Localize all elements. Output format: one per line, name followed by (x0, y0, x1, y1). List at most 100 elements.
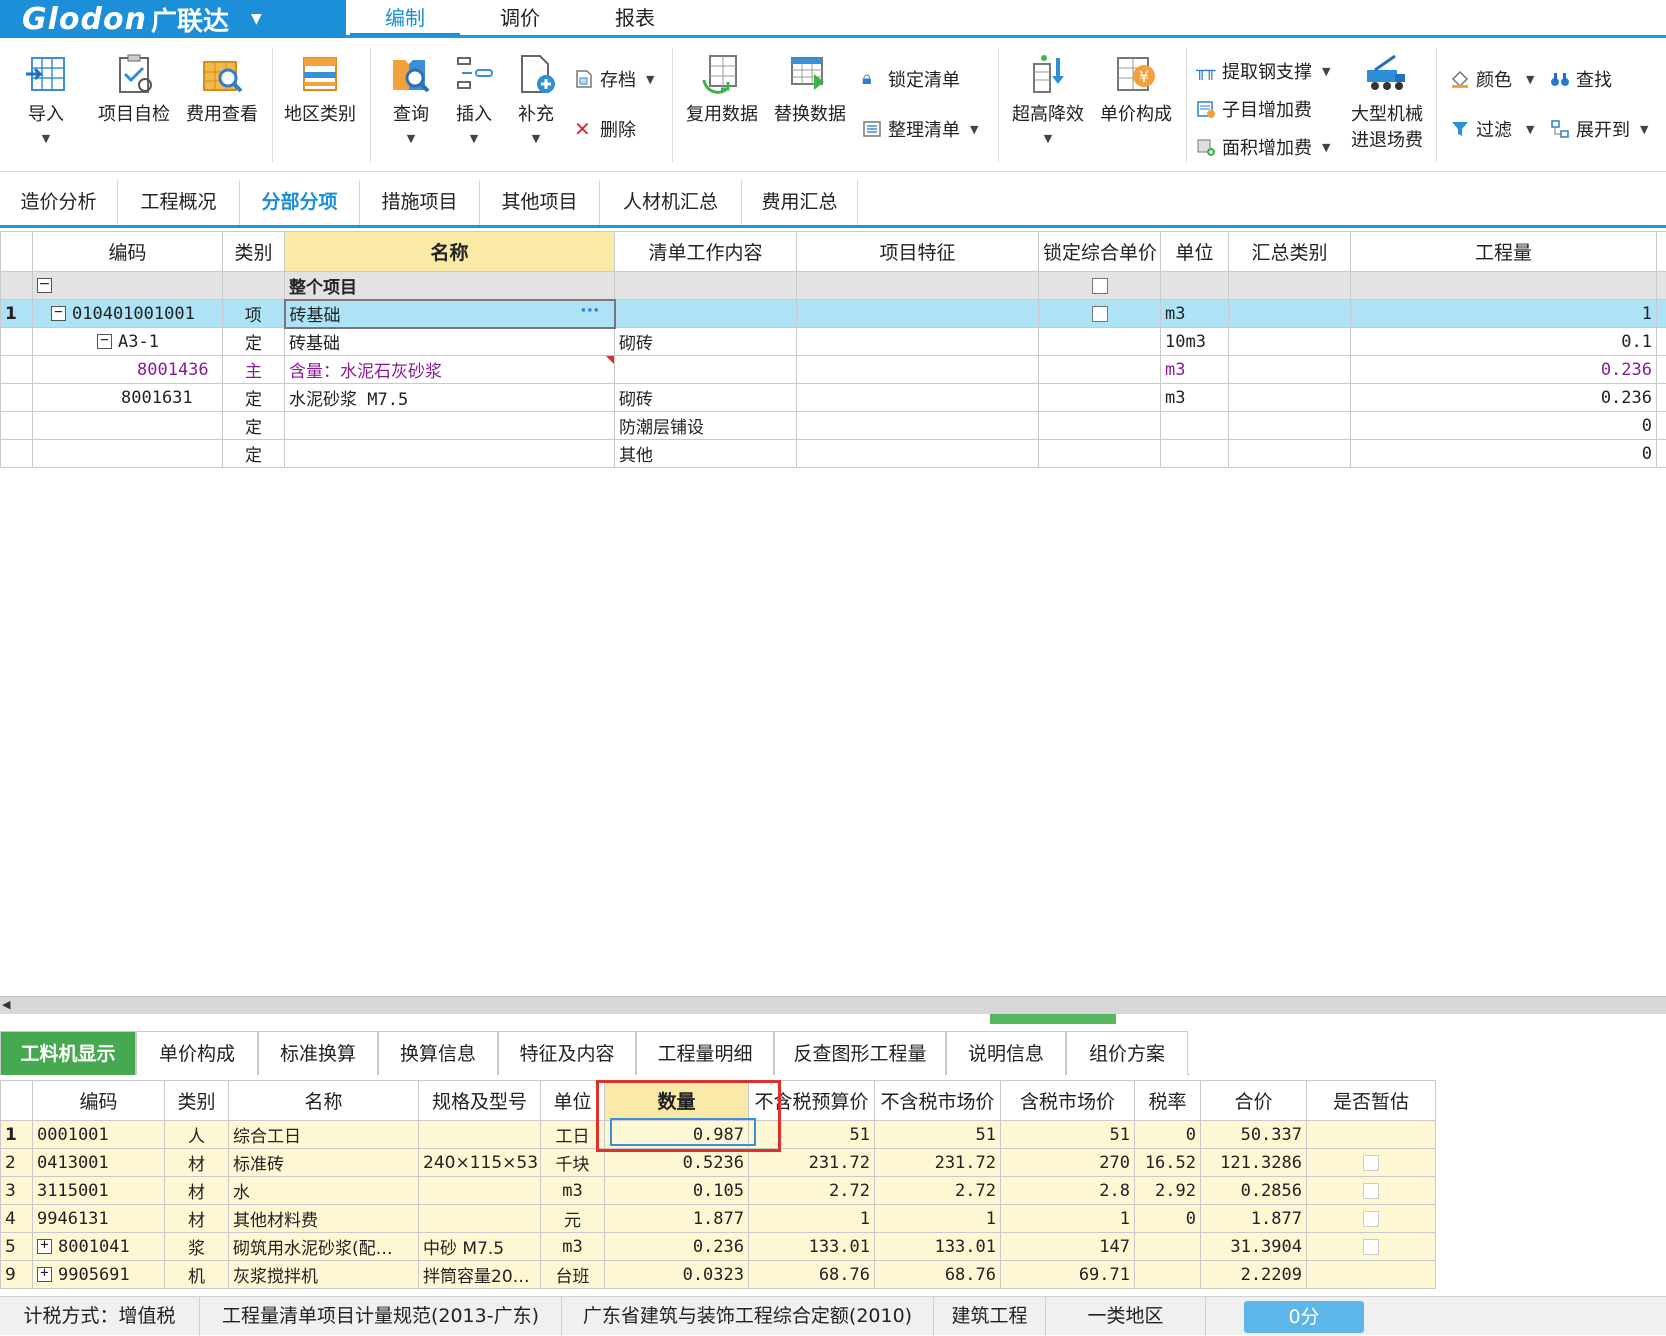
item-unit[interactable] (1161, 440, 1229, 468)
tab-graphic-quantity[interactable]: 反查图形工程量 (774, 1031, 946, 1075)
lock-list-button[interactable]: 🔒︎ 锁定清单 (862, 66, 960, 92)
table-row[interactable]: 1 −010401001001 项 砖基础··· m3 1 (1, 300, 1666, 328)
collapse-icon[interactable]: − (51, 306, 66, 321)
chevron-down-icon[interactable]: ▼ (251, 11, 262, 27)
material-type[interactable]: 材 (165, 1177, 229, 1205)
delete-button[interactable]: ✕ 删除 (574, 116, 636, 142)
item-work-content[interactable]: 砌砖 (615, 328, 797, 356)
table-row[interactable]: 5 +8001041 浆 砌筑用水泥砂浆(配… 中砂 M7.5 m3 0.236… (1, 1233, 1436, 1261)
market-price[interactable]: 1 (875, 1205, 1001, 1233)
total-price[interactable]: 121.3286 (1201, 1149, 1307, 1177)
item-work-content[interactable]: 砌砖 (615, 384, 797, 412)
collapse-icon[interactable]: − (37, 278, 52, 293)
col-header-code[interactable]: 编码 (33, 232, 223, 272)
item-quantity[interactable]: 0 (1351, 440, 1657, 468)
expand-icon[interactable]: + (37, 1267, 52, 1282)
material-unit[interactable]: 台班 (541, 1261, 605, 1289)
unit-price-button[interactable]: ¥ 单价构成 (1096, 52, 1176, 126)
panel-splitter[interactable] (990, 1014, 1116, 1024)
budget-price[interactable]: 68.76 (749, 1261, 875, 1289)
item-work-content[interactable] (615, 356, 797, 384)
material-type[interactable]: 材 (165, 1149, 229, 1177)
expand-icon[interactable]: + (37, 1239, 52, 1254)
item-quantity[interactable]: 0.1 (1351, 328, 1657, 356)
item-unit[interactable] (1161, 412, 1229, 440)
table-row[interactable]: 9 +9905691 机 灰浆搅拌机 拌筒容量20… 台班 0.0323 68.… (1, 1261, 1436, 1289)
col-header-quantity[interactable]: 工程量 (1351, 232, 1657, 272)
material-quantity[interactable]: 0.105 (605, 1177, 749, 1205)
material-type[interactable]: 人 (165, 1121, 229, 1149)
tax-market-price[interactable]: 69.71 (1001, 1261, 1135, 1289)
col-header-type[interactable]: 类别 (165, 1081, 229, 1121)
item-type[interactable]: 定 (223, 440, 285, 468)
lock-price-checkbox[interactable] (1092, 278, 1108, 294)
material-spec[interactable]: 240×115×53 (419, 1149, 541, 1177)
app-logo[interactable]: Glodon 广联达 ▼ (0, 0, 346, 38)
item-unit[interactable]: 10m3 (1161, 328, 1229, 356)
table-row[interactable]: 定 防潮层铺设 0 (1, 412, 1666, 440)
table-row[interactable]: − 整个项目 (1, 272, 1666, 300)
total-price[interactable]: 50.337 (1201, 1121, 1307, 1149)
material-unit[interactable]: 元 (541, 1205, 605, 1233)
col-header-lock-price[interactable]: 锁定综合单价 (1039, 232, 1161, 272)
tax-rate[interactable] (1135, 1233, 1201, 1261)
region-type-button[interactable]: 地区类别 (282, 52, 358, 126)
area-add-fee-button[interactable]: 面积增加费▼ (1196, 134, 1330, 160)
tax-market-price[interactable]: 51 (1001, 1121, 1135, 1149)
item-unit[interactable]: m3 (1161, 300, 1229, 328)
tax-market-price[interactable]: 270 (1001, 1149, 1135, 1177)
arrange-list-button[interactable]: 整理清单▼ (862, 116, 978, 142)
total-price[interactable]: 1.877 (1201, 1205, 1307, 1233)
market-price[interactable]: 231.72 (875, 1149, 1001, 1177)
col-header-summary-type[interactable]: 汇总类别 (1229, 232, 1351, 272)
item-type[interactable]: 定 (223, 412, 285, 440)
item-quantity[interactable]: 0.236 (1351, 384, 1657, 412)
provisional-checkbox[interactable] (1363, 1155, 1379, 1171)
material-code[interactable]: 3115001 (33, 1177, 165, 1205)
col-header-tax-market-price[interactable]: 含税市场价 (1001, 1081, 1135, 1121)
status-project-type[interactable]: 建筑工程 (934, 1297, 1046, 1336)
project-root-name[interactable]: 整个项目 (285, 272, 615, 300)
archive-button[interactable]: 存档▼ (574, 66, 654, 92)
col-header-provisional[interactable]: 是否暂估 (1307, 1081, 1436, 1121)
item-quantity[interactable]: 0.236 (1351, 356, 1657, 384)
provisional-checkbox[interactable] (1363, 1211, 1379, 1227)
menu-tab-price[interactable]: 调价 (470, 0, 570, 36)
material-name[interactable]: 水 (229, 1177, 419, 1205)
col-header-type[interactable]: 类别 (223, 232, 285, 272)
material-unit[interactable]: 工日 (541, 1121, 605, 1149)
material-unit[interactable]: 千块 (541, 1149, 605, 1177)
material-quantity[interactable]: 0.236 (605, 1233, 749, 1261)
material-code[interactable]: 9946131 (33, 1205, 165, 1233)
item-code[interactable]: 8001631 (33, 384, 223, 412)
supplement-button[interactable]: 补充▼ (508, 52, 564, 147)
total-price[interactable]: 31.3904 (1201, 1233, 1307, 1261)
col-header-total[interactable]: 合价 (1201, 1081, 1307, 1121)
collapse-icon[interactable]: − (97, 334, 112, 349)
item-name[interactable] (285, 412, 615, 440)
material-spec[interactable] (419, 1177, 541, 1205)
material-quantity[interactable]: 0.0323 (605, 1261, 749, 1289)
status-region[interactable]: 一类地区 (1046, 1297, 1206, 1336)
table-row[interactable]: 8001631 定 水泥砂浆 M7.5 砌砖 m3 0.236 (1, 384, 1666, 412)
material-spec[interactable] (419, 1205, 541, 1233)
market-price[interactable]: 133.01 (875, 1233, 1001, 1261)
status-standard[interactable]: 工程量清单项目计量规范(2013-广东) (200, 1297, 562, 1336)
material-type[interactable]: 机 (165, 1261, 229, 1289)
material-name[interactable]: 标准砖 (229, 1149, 419, 1177)
material-quantity[interactable]: 1.877 (605, 1205, 749, 1233)
tab-standard-conversion[interactable]: 标准换算 (258, 1031, 378, 1075)
color-button[interactable]: 颜色▼ (1450, 66, 1534, 92)
extract-steel-button[interactable]: ╥╥ 提取钢支撑▼ (1196, 58, 1330, 84)
tax-market-price[interactable]: 2.8 (1001, 1177, 1135, 1205)
tab-pricing-scheme[interactable]: 组价方案 (1066, 1031, 1188, 1075)
material-name[interactable]: 综合工日 (229, 1121, 419, 1149)
budget-price[interactable]: 133.01 (749, 1233, 875, 1261)
tab-measures[interactable]: 措施项目 (360, 180, 480, 225)
tab-quantity-detail[interactable]: 工程量明细 (636, 1031, 774, 1075)
tab-project-overview[interactable]: 工程概况 (118, 180, 240, 225)
tax-market-price[interactable]: 147 (1001, 1233, 1135, 1261)
tab-features-content[interactable]: 特征及内容 (498, 1031, 636, 1075)
item-code[interactable] (33, 412, 223, 440)
more-options-icon[interactable]: ··· (580, 301, 599, 321)
